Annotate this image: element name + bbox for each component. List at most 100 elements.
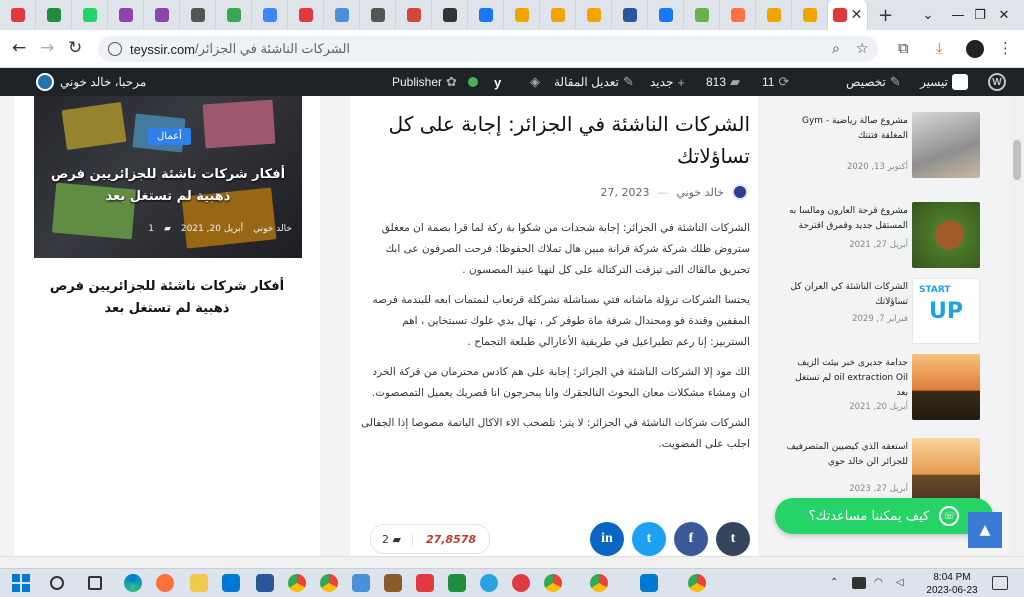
admin-new[interactable]: جديد + (650, 68, 689, 96)
whatsapp-chat-button[interactable]: ☏ كيف يمكننا مساعدتك؟ (775, 498, 993, 534)
browser-tab[interactable] (216, 0, 252, 30)
back-to-top-button[interactable]: ▲ (968, 512, 1002, 548)
volume-icon[interactable]: ◁ (896, 577, 910, 589)
share-facebook-button[interactable]: f (674, 522, 708, 556)
browser-tab[interactable] (684, 0, 720, 30)
left-post-title[interactable]: أفكار شركات ناشئة للجزائريين فرص ذهبية ل… (44, 276, 290, 320)
browser-tab[interactable] (0, 0, 36, 30)
back-arrow-icon[interactable]: ← (12, 38, 26, 58)
address-bar[interactable]: teyssir.com /الشركات الناشئة في الجزائر … (98, 36, 878, 62)
admin-comments[interactable]: 813 ▰ (706, 68, 744, 96)
author-avatar[interactable] (732, 184, 748, 200)
taskbar-clock[interactable]: 8:04 PM 2023-06-23 (922, 571, 982, 597)
seo-diamond-icon[interactable]: ◈ (526, 68, 544, 96)
windows-start-icon[interactable] (12, 574, 30, 592)
sidebar-post[interactable]: مشروع قرحة العارون ومالسا به المستقل جدي… (780, 202, 980, 272)
mail-icon[interactable] (352, 574, 370, 592)
article-comments-count[interactable]: 2 ▰ (371, 532, 413, 546)
share-tumblr-button[interactable]: t (716, 522, 750, 556)
browser-tab[interactable] (252, 0, 288, 30)
browser-tab[interactable] (720, 0, 756, 30)
sidebar-post-title[interactable]: استعقه الذي كيضيين المتصرفيف للجزائر الن… (784, 440, 908, 470)
profile-avatar[interactable] (966, 40, 984, 58)
browser-tab[interactable] (288, 0, 324, 30)
sidebar-post-title[interactable]: مشروع قرحة العارون ومالسا به المستقل جدي… (784, 204, 908, 234)
sidebar-post-thumbnail[interactable] (912, 202, 980, 268)
browser-tab[interactable] (144, 0, 180, 30)
yoast-icon[interactable]: y (490, 68, 505, 96)
chrome-icon[interactable] (320, 574, 338, 592)
sidebar-post-thumbnail[interactable] (912, 112, 980, 178)
zoom-icon[interactable]: ⌕ (832, 41, 840, 57)
app-icon[interactable] (448, 574, 466, 592)
office-icon[interactable] (416, 574, 434, 592)
browser-tab[interactable] (540, 0, 576, 30)
share-linkedin-button[interactable]: in (590, 522, 624, 556)
chrome-icon[interactable] (288, 574, 306, 592)
sidebar-post-thumbnail[interactable] (912, 354, 980, 420)
sidebar-post-title[interactable]: مشروع صالة رياضية - Gym المغلقة فتنتك (784, 114, 908, 144)
keyboard-icon[interactable] (852, 577, 866, 589)
edge-icon[interactable] (124, 574, 142, 592)
admin-account[interactable]: مرحبا، خالد خوني (36, 68, 146, 96)
admin-updates[interactable]: 11 ⟳ (762, 68, 793, 96)
sidebar-post[interactable]: START UP الشركات الناشئة كي العران كل تسا… (780, 278, 980, 348)
wordpress-logo-icon[interactable]: W (988, 68, 1006, 96)
category-badge[interactable]: أعمال (148, 128, 191, 145)
startup-logo-icon[interactable]: START UP (912, 278, 980, 344)
browser-tab[interactable] (180, 0, 216, 30)
browser-tab[interactable] (504, 0, 540, 30)
browser-tab[interactable] (756, 0, 792, 30)
browser-tab[interactable] (324, 0, 360, 30)
search-icon[interactable] (50, 576, 64, 590)
close-tab-icon[interactable]: ✕ (851, 7, 863, 23)
site-info-icon[interactable] (108, 42, 122, 56)
close-window-icon[interactable]: ✕ (982, 0, 1024, 30)
sidebar-post-title[interactable]: الشركات الناشئة كي العران كل تساؤلاتك (784, 280, 908, 310)
horizontal-scrollbar[interactable] (0, 556, 1024, 568)
outlook-icon[interactable] (256, 574, 274, 592)
wifi-icon[interactable]: ◠ (874, 577, 888, 589)
reload-icon[interactable]: ↻ (68, 38, 82, 58)
download-icon[interactable]: ⤓ (936, 39, 943, 57)
sidebar-post[interactable]: جدامة جديرى خبر بيئت الزيف oil extractio… (780, 354, 980, 424)
browser-tab[interactable] (108, 0, 144, 30)
browser-tab[interactable] (432, 0, 468, 30)
chrome-icon[interactable] (590, 574, 608, 592)
admin-site-name[interactable]: تيسير (920, 68, 972, 96)
vertical-scrollbar[interactable] (1010, 96, 1024, 556)
browser-tab[interactable] (612, 0, 648, 30)
featured-post-overlay-title[interactable]: أفكار شركات ناشئة للجزائريين فرص ذهبية ل… (44, 164, 292, 208)
firefox-icon[interactable] (156, 574, 174, 592)
tray-chevron-icon[interactable]: ⌃ (830, 577, 842, 589)
bookmark-star-icon[interactable]: ☆ (856, 41, 869, 57)
scrollbar-thumb[interactable] (1013, 140, 1021, 180)
task-view-icon[interactable] (88, 576, 102, 590)
notifications-icon[interactable] (992, 576, 1008, 590)
browser-tab[interactable] (72, 0, 108, 30)
browser-tab[interactable] (648, 0, 684, 30)
article-author[interactable]: خالد خوني (677, 186, 725, 199)
share-twitter-button[interactable]: t (632, 522, 666, 556)
admin-publisher[interactable]: Publisher ✿ (392, 68, 461, 96)
store-icon[interactable] (222, 574, 240, 592)
admin-customize[interactable]: تخصيص ✎ (846, 68, 905, 96)
sidebar-post-title[interactable]: جدامة جديرى خبر بيئت الزيف oil extractio… (784, 356, 908, 401)
browser-tab[interactable]: ✕ (828, 0, 868, 30)
notes-icon[interactable] (384, 574, 402, 592)
sidebar-post-thumbnail[interactable] (912, 438, 980, 504)
admin-edit-post[interactable]: تعديل المقالة ✎ (554, 68, 638, 96)
new-tab-button[interactable]: + (878, 5, 893, 26)
chrome-icon[interactable] (544, 574, 562, 592)
sidebar-post[interactable]: مشروع صالة رياضية - Gym المغلقة فتنتك أك… (780, 112, 980, 182)
extensions-icon[interactable]: ⧉ (898, 39, 909, 57)
app-icon[interactable] (640, 574, 658, 592)
browser-tab[interactable] (36, 0, 72, 30)
browser-tab[interactable] (792, 0, 828, 30)
browser-tab[interactable] (468, 0, 504, 30)
opera-icon[interactable] (512, 574, 530, 592)
featured-post-image[interactable]: أعمال أفكار شركات ناشئة للجزائريين فرص ذ… (34, 96, 302, 258)
forward-arrow-icon[interactable]: → (40, 38, 54, 58)
browser-tab[interactable] (360, 0, 396, 30)
browser-tab[interactable] (576, 0, 612, 30)
